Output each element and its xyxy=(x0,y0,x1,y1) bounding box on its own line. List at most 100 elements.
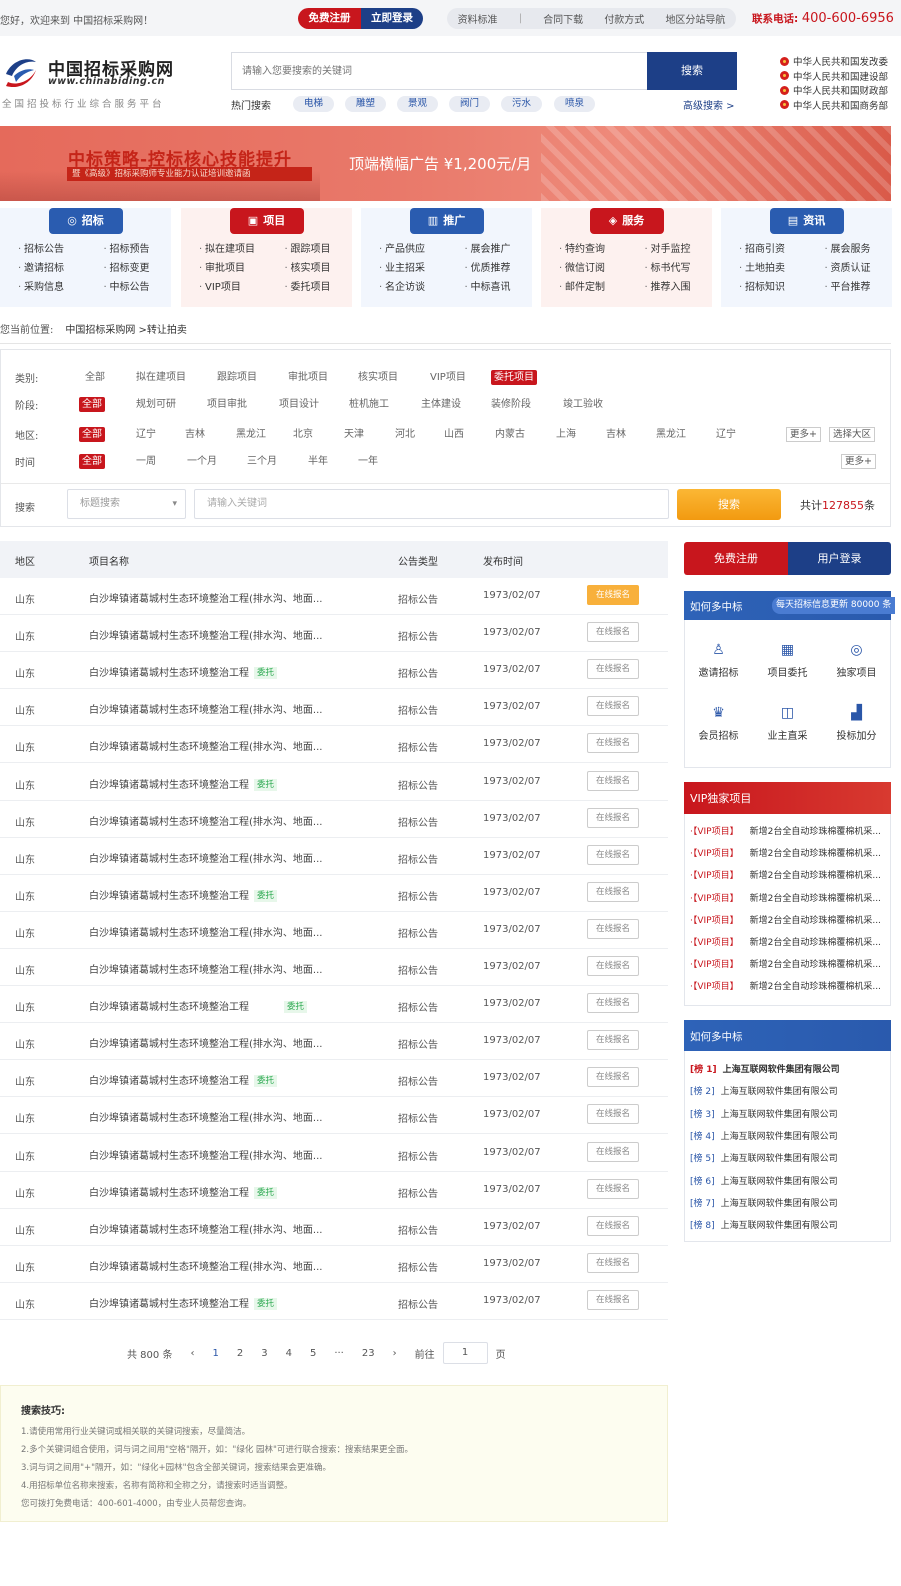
online-register-button[interactable]: 在线报名 xyxy=(587,956,639,976)
row-project-name[interactable]: 白沙埠镇诸葛城村生态环境整治工程 委托 xyxy=(89,1184,278,1199)
nav-card-link[interactable]: 优质推荐 xyxy=(447,261,533,276)
filter-option-stage[interactable]: 全部 xyxy=(79,397,105,412)
vip-project-item[interactable]: ·【VIP项目】 新增2台全自动珍珠棉覆棉机采... xyxy=(690,935,885,948)
quick-service-item[interactable]: ▦ 项目委托 xyxy=(753,641,822,679)
nav-card-button[interactable]: ▤ 资讯 xyxy=(769,208,844,234)
gov-link[interactable]: 中华人民共和国财政部 xyxy=(780,83,901,98)
online-register-button[interactable]: 在线报名 xyxy=(587,1067,639,1088)
row-project-name[interactable]: 白沙埠镇诸葛城村生态环境整治工程(排水沟、地面... xyxy=(89,1258,322,1273)
row-project-name[interactable]: 白沙埠镇诸葛城村生态环境整治工程 委托 xyxy=(89,776,278,791)
hot-tag[interactable]: 污水 xyxy=(501,96,543,112)
top-login-button[interactable]: 立即登录 xyxy=(361,8,423,29)
quick-service-item[interactable]: ◫ 业主直采 xyxy=(753,704,822,742)
table-row[interactable]: 山东 白沙埠镇诸葛城村生态环境整治工程(排水沟、地面... 招标公告 1973/02/… xyxy=(0,838,668,875)
filter-option-region[interactable]: 吉林 xyxy=(603,427,629,442)
filter-option-region[interactable]: 黑龙江 xyxy=(233,427,269,442)
row-project-name[interactable]: 白沙埠镇诸葛城村生态环境整治工程(排水沟、地面... xyxy=(89,924,322,939)
nav-card-link[interactable]: 展会服务 xyxy=(807,242,893,257)
keyword-search-button[interactable]: 搜索 xyxy=(677,489,781,520)
vip-project-item[interactable]: ·【VIP项目】 新增2台全自动珍珠棉覆棉机采... xyxy=(690,824,885,837)
nav-card-link[interactable]: 标书代写 xyxy=(627,261,713,276)
ranking-item[interactable]: [榜 6] 上海互联网软件集团有限公司 xyxy=(690,1174,885,1187)
table-row[interactable]: 山东 白沙埠镇诸葛城村生态环境整治工程(排水沟、地面... 招标公告 1973/02/… xyxy=(0,615,668,653)
online-register-button[interactable]: 在线报名 xyxy=(587,1141,639,1162)
nav-card-button[interactable]: ◈ 服务 xyxy=(589,208,664,234)
filter-option-time[interactable]: 半年 xyxy=(305,454,331,469)
vip-project-item[interactable]: ·【VIP项目】 新增2台全自动珍珠棉覆棉机采... xyxy=(690,957,885,970)
filter-option-region[interactable]: 上海 xyxy=(553,427,579,442)
online-register-button[interactable]: 在线报名 xyxy=(587,918,639,939)
filter-option-time[interactable]: 全部 xyxy=(79,454,105,469)
filter-option-stage[interactable]: 装修阶段 xyxy=(488,397,534,412)
filter-option-region[interactable]: 河北 xyxy=(392,427,418,442)
row-project-name[interactable]: 白沙埠镇诸葛城村生态环境整治工程(排水沟、地面... xyxy=(89,813,322,828)
table-row[interactable]: 山东 白沙埠镇诸葛城村生态环境整治工程(排水沟、地面... 招标公告 1973/02/… xyxy=(0,1135,668,1172)
filter-option-region[interactable]: 天津 xyxy=(341,427,367,442)
nav-card-link[interactable]: 特约查询 xyxy=(541,242,627,257)
sidebar-register-button[interactable]: 免费注册 xyxy=(684,542,788,575)
filter-option-stage[interactable]: 项目审批 xyxy=(204,397,250,412)
page-1[interactable]: 1 xyxy=(212,1348,218,1359)
filter-option-region[interactable]: 内蒙古 xyxy=(492,427,528,442)
nav-card-button[interactable]: ▣ 项目 xyxy=(229,208,304,234)
nav-card-link[interactable]: 土地拍卖 xyxy=(721,261,807,276)
online-register-button[interactable]: 在线报名 xyxy=(587,1104,639,1125)
table-row[interactable]: 山东 白沙埠镇诸葛城村生态环境整治工程(排水沟、地面... 招标公告 1973/02/… xyxy=(0,1023,668,1061)
nav-card-link[interactable]: 招标知识 xyxy=(721,280,807,295)
filter-option-category[interactable]: 拟在建项目 xyxy=(133,370,189,385)
online-register-button[interactable]: 在线报名 xyxy=(587,807,639,828)
nav-card-link[interactable]: 中标公告 xyxy=(86,280,172,295)
top-link-contracts[interactable]: 合同下载 xyxy=(543,11,583,26)
row-project-name[interactable]: 白沙埠镇诸葛城村生态环境整治工程 委托 xyxy=(89,1295,278,1310)
nav-card-link[interactable]: 展会推广 xyxy=(447,242,533,257)
online-register-button[interactable]: 在线报名 xyxy=(587,696,639,717)
row-project-name[interactable]: 白沙埠镇诸葛城村生态环境整治工程 委托 xyxy=(89,998,308,1014)
ranking-item[interactable]: [榜 8] 上海互联网软件集团有限公司 xyxy=(690,1218,885,1231)
nav-card-link[interactable]: 平台推荐 xyxy=(807,280,893,295)
online-register-button[interactable]: 在线报名 xyxy=(587,844,639,865)
online-register-button[interactable]: 在线报名 xyxy=(587,1289,639,1310)
filter-option-category[interactable]: 审批项目 xyxy=(285,370,331,385)
filter-option-time[interactable]: 一年 xyxy=(355,454,381,469)
table-row[interactable]: 山东 白沙埠镇诸葛城村生态环境整治工程(排水沟、地面... 招标公告 1973/02/… xyxy=(0,1209,668,1246)
filter-option-region[interactable]: 全部 xyxy=(79,427,105,442)
online-register-button[interactable]: 在线报名 xyxy=(587,733,639,754)
filter-option-stage[interactable]: 规划可研 xyxy=(133,397,179,412)
filter-option-region[interactable]: 辽宁 xyxy=(133,427,159,442)
nav-card-link[interactable]: 招商引资 xyxy=(721,242,807,257)
breadcrumb-path[interactable]: 中国招标采购网 >转让拍卖 xyxy=(65,325,187,336)
row-project-name[interactable]: 白沙埠镇诸葛城村生态环境整治工程(排水沟、地面... xyxy=(89,1035,322,1050)
filter-option-stage[interactable]: 桩机施工 xyxy=(346,397,392,412)
region-more-button[interactable]: 更多+ xyxy=(786,427,821,442)
row-project-name[interactable]: 白沙埠镇诸葛城村生态环境整治工程(排水沟、地面... xyxy=(89,850,322,865)
quick-service-item[interactable]: ♛ 会员招标 xyxy=(684,704,753,742)
online-register-button[interactable]: 在线报名 xyxy=(587,993,639,1014)
nav-card-link[interactable]: 邀请招标 xyxy=(0,261,86,276)
vip-project-item[interactable]: ·【VIP项目】 新增2台全自动珍珠棉覆棉机采... xyxy=(690,979,885,992)
nav-card-link[interactable]: 招标公告 xyxy=(0,242,86,257)
nav-card-link[interactable]: 产品供应 xyxy=(361,242,447,257)
time-more-button[interactable]: 更多+ xyxy=(841,454,876,469)
nav-card-link[interactable]: 业主招采 xyxy=(361,261,447,276)
online-register-button[interactable]: 在线报名 xyxy=(587,659,639,680)
ranking-item[interactable]: [榜 7] 上海互联网软件集团有限公司 xyxy=(690,1196,885,1209)
nav-card-button[interactable]: ▥ 推广 xyxy=(409,208,484,234)
row-project-name[interactable]: 白沙埠镇诸葛城村生态环境整治工程(排水沟、地面... xyxy=(89,961,322,976)
search-scope-select[interactable]: 标题搜索 xyxy=(67,489,186,519)
table-row[interactable]: 山东 白沙埠镇诸葛城村生态环境整治工程(排水沟、地面... 招标公告 1973/02/… xyxy=(0,912,668,949)
ranking-item[interactable]: [榜 4] 上海互联网软件集团有限公司 xyxy=(690,1129,885,1142)
logo-icon[interactable] xyxy=(2,52,40,92)
vip-project-item[interactable]: ·【VIP项目】 新增2台全自动珍珠棉覆棉机采... xyxy=(690,913,885,926)
ranking-item[interactable]: [榜 5] 上海互联网软件集团有限公司 xyxy=(690,1151,885,1164)
ranking-item[interactable]: [榜 2] 上海互联网软件集团有限公司 xyxy=(690,1084,885,1097)
nav-card-link[interactable]: 招标预告 xyxy=(86,242,172,257)
keyword-input[interactable]: 请输入关键词 xyxy=(194,489,669,519)
table-row[interactable]: 山东 白沙埠镇诸葛城村生态环境整治工程 委托 招标公告 1973/02/07 在线报名 xyxy=(0,1283,668,1320)
filter-option-category[interactable]: 全部 xyxy=(82,370,108,385)
nav-card-link[interactable]: 推荐入围 xyxy=(627,280,713,295)
select-area-button[interactable]: 选择大区 xyxy=(829,427,876,442)
page-3[interactable]: 3 xyxy=(261,1348,267,1359)
pager-prev[interactable]: ‹ xyxy=(190,1348,194,1359)
table-row[interactable]: 山东 白沙埠镇诸葛城村生态环境整治工程(排水沟、地面... 招标公告 1973/02/… xyxy=(0,801,668,838)
filter-option-time[interactable]: 一周 xyxy=(133,454,159,469)
